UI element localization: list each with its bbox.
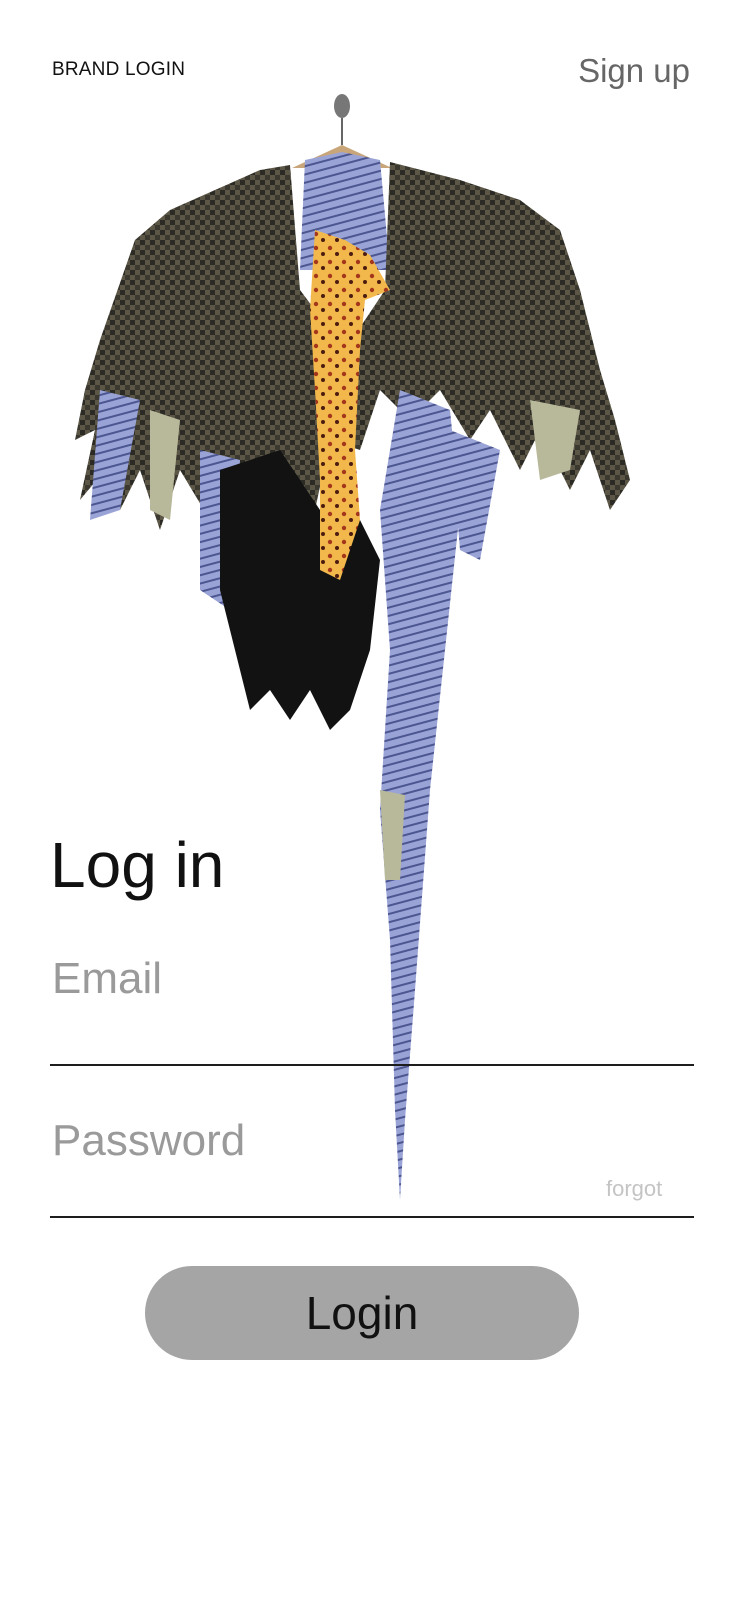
signup-link[interactable]: Sign up — [578, 52, 690, 90]
password-field[interactable] — [50, 1116, 694, 1218]
login-button[interactable]: Login — [145, 1266, 579, 1360]
forgot-password-link[interactable]: forgot — [606, 1176, 662, 1202]
email-field[interactable] — [50, 954, 694, 1066]
page-title: Log in — [50, 829, 225, 901]
brand-logo-text: BRAND LOGIN — [52, 59, 186, 80]
hero-jacket-image — [75, 94, 630, 1200]
